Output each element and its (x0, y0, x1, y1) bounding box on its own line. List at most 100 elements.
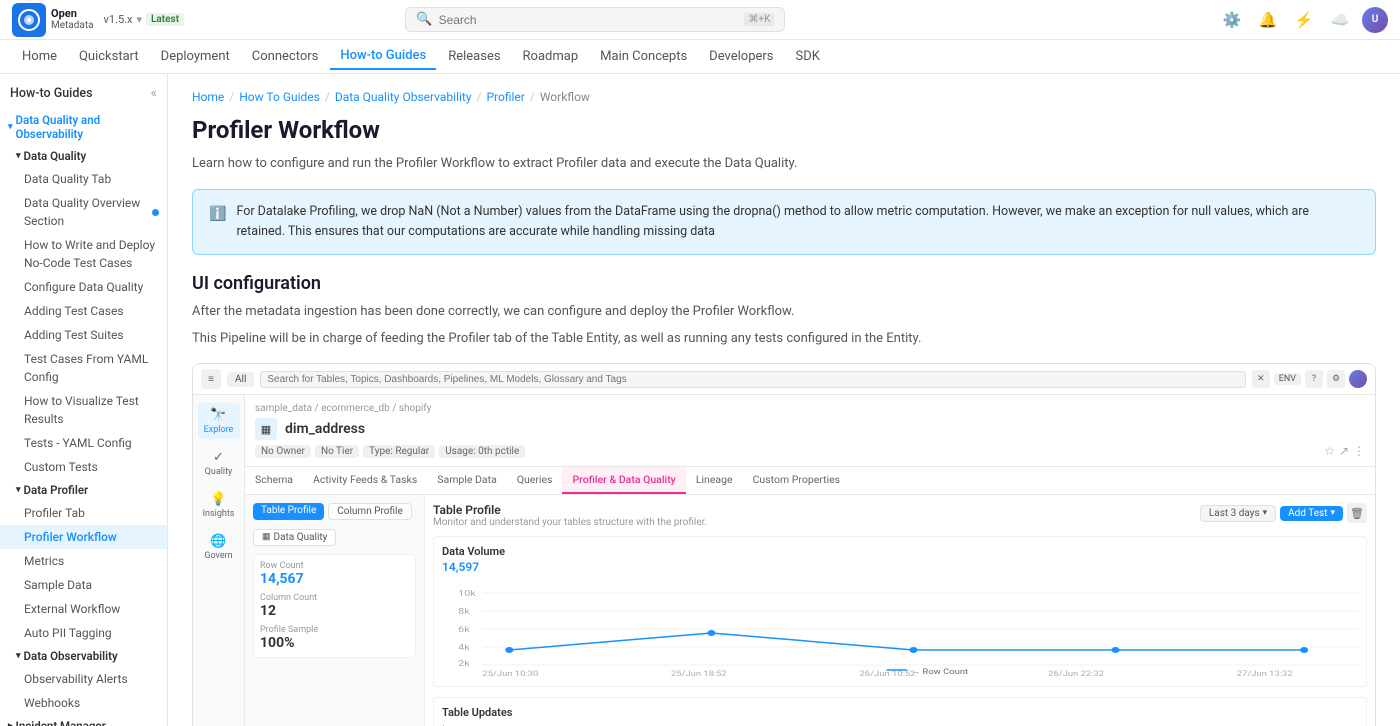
mock-tag-tier[interactable]: No Tier (315, 445, 359, 458)
svg-text:25/Jun 10:30: 25/Jun 10:30 (482, 670, 538, 678)
sidebar-header[interactable]: How-to Guides « (0, 78, 167, 109)
logo-area[interactable]: Open Metadata (12, 3, 94, 37)
mock-icon1[interactable]: ✕ (1252, 370, 1270, 388)
subsection-do-header[interactable]: ▾ Data Observability (0, 645, 167, 667)
sidebar-item-dq-tab[interactable]: Data Quality Tab (0, 167, 167, 191)
version-caret[interactable]: ▾ (137, 13, 143, 26)
sidebar-item-webhooks[interactable]: Webhooks (0, 691, 167, 715)
mock-profile-actions: Last 3 days ▾ Add Test ▾ 🗑 (1200, 503, 1367, 523)
govern-label: Govern (204, 551, 232, 561)
subsection-dq-caret: ▾ (16, 151, 21, 161)
section-dqo-caret: ▾ (8, 122, 13, 132)
mock-stat-col-count: Column Count 12 (260, 593, 409, 619)
sidebar-item-adding-test-cases[interactable]: Adding Test Cases (0, 299, 167, 323)
mock-delete-btn[interactable]: 🗑 (1347, 503, 1367, 523)
bolt-btn[interactable]: ⚡ (1290, 6, 1318, 34)
breadcrumb: Home / How To Guides / Data Quality Obse… (192, 90, 1376, 104)
breadcrumb-profiler[interactable]: Profiler (486, 90, 524, 104)
settings-btn[interactable]: ⚙️ (1218, 6, 1246, 34)
subsection-do-label: Data Observability (24, 649, 118, 663)
mock-rail-insights[interactable]: 💡 Insights (198, 487, 240, 523)
insights-icon: 💡 (210, 492, 226, 507)
breadcrumb-dqo[interactable]: Data Quality Observability (335, 90, 472, 104)
sidebar-item-nocode-test[interactable]: How to Write and Deploy No-Code Test Cas… (0, 233, 167, 275)
notifications-btn[interactable]: 🔔 (1254, 6, 1282, 34)
mock-entity-icon: ▦ (255, 418, 277, 440)
mock-entity-main: sample_data / ecommerce_db / shopify ▦ d… (245, 395, 1375, 726)
sidebar-item-profiler-workflow[interactable]: Profiler Workflow (0, 525, 167, 549)
mock-tab-all[interactable]: All (227, 372, 254, 387)
sidebar-item-sample-data[interactable]: Sample Data (0, 573, 167, 597)
tab-home[interactable]: Home (12, 44, 67, 69)
mock-btn-table-profile[interactable]: Table Profile (253, 503, 324, 520)
mock-add-test-btn[interactable]: Add Test ▾ (1280, 506, 1343, 521)
section-dqo-header[interactable]: ▾ Data Quality and Observability (0, 109, 167, 145)
mock-top-bar: ≡ All ✕ ENV ? ⚙ (193, 364, 1375, 395)
mock-btn-column-profile[interactable]: Column Profile (328, 503, 412, 520)
tab-connectors[interactable]: Connectors (242, 44, 329, 69)
tab-quickstart[interactable]: Quickstart (69, 44, 149, 69)
mock-table-profile-desc: Monitor and understand your tables struc… (433, 517, 707, 528)
mock-tab-lineage[interactable]: Lineage (686, 467, 743, 494)
mock-rail-explore[interactable]: 🔭 Explore (198, 403, 240, 439)
sidebar-item-visualize-test[interactable]: How to Visualize Test Results (0, 389, 167, 431)
mock-tab-schema[interactable]: Schema (245, 467, 303, 494)
mock-stat-col-count-value: 12 (260, 603, 409, 619)
sidebar-item-obs-alerts[interactable]: Observability Alerts (0, 667, 167, 691)
mock-tag-owner[interactable]: No Owner (255, 445, 311, 458)
mock-rail-quality[interactable]: ✓ Quality (198, 445, 240, 481)
mock-nav-expand[interactable]: ≡ (201, 369, 221, 389)
subsection-dp-header[interactable]: ▾ Data Profiler (0, 479, 167, 501)
tab-sdk[interactable]: SDK (786, 44, 830, 69)
sidebar-item-metrics[interactable]: Metrics (0, 549, 167, 573)
sidebar-item-configure-dq[interactable]: Configure Data Quality (0, 275, 167, 299)
tab-releases[interactable]: Releases (438, 44, 510, 69)
mock-icon3[interactable]: ⚙ (1327, 370, 1345, 388)
tab-main-concepts[interactable]: Main Concepts (590, 44, 697, 69)
mock-action-star[interactable]: ☆ (1324, 444, 1335, 458)
sidebar-item-auto-pii[interactable]: Auto PII Tagging (0, 621, 167, 645)
mock-icon2[interactable]: ? (1305, 370, 1323, 388)
mock-rail-govern[interactable]: 🌐 Govern (198, 529, 240, 565)
sidebar-title: How-to Guides (10, 86, 93, 101)
mock-user-avatar[interactable] (1349, 370, 1367, 388)
sidebar-item-custom-tests[interactable]: Custom Tests (0, 455, 167, 479)
cloud-btn[interactable]: ☁️ (1326, 6, 1354, 34)
subsection-dq-header[interactable]: ▾ Data Quality (0, 145, 167, 167)
mock-action-more[interactable]: ⋮ (1353, 444, 1365, 458)
mock-profile-tabs: Table Profile Column Profile (253, 503, 416, 520)
mock-stat-row-count-value: 14,567 (260, 571, 409, 587)
sidebar-item-tests-yaml[interactable]: Tests - YAML Config (0, 431, 167, 455)
mock-dq-label[interactable]: ▦ Data Quality (253, 529, 336, 546)
mock-tab-activity[interactable]: Activity Feeds & Tasks (303, 467, 427, 494)
tab-how-to-guides[interactable]: How-to Guides (330, 43, 436, 70)
mock-tag-usage: Usage: 0th pctile (439, 445, 525, 458)
main-layout: How-to Guides « ▾ Data Quality and Obser… (0, 74, 1400, 726)
sidebar-collapse-icon[interactable]: « (151, 86, 157, 101)
mock-tab-custom-props[interactable]: Custom Properties (743, 467, 851, 494)
sidebar-item-yaml-config[interactable]: Test Cases From YAML Config (0, 347, 167, 389)
sidebar-item-adding-test-suites[interactable]: Adding Test Suites (0, 323, 167, 347)
sidebar-item-dq-overview[interactable]: Data Quality Overview Section (0, 191, 167, 233)
sidebar-item-profiler-tab[interactable]: Profiler Tab (0, 501, 167, 525)
svg-text:→ Row Count: → Row Count (911, 668, 969, 676)
mock-entity-actions: ☆ ↗ ⋮ (1324, 444, 1365, 458)
govern-icon: 🌐 (210, 534, 226, 549)
mock-action-share[interactable]: ↗ (1339, 444, 1349, 458)
user-avatar[interactable]: U (1362, 7, 1388, 33)
mock-tab-profiler-dq[interactable]: Profiler & Data Quality (562, 467, 685, 494)
mock-tab-queries[interactable]: Queries (507, 467, 563, 494)
tab-roadmap[interactable]: Roadmap (513, 44, 589, 69)
breadcrumb-how-to[interactable]: How To Guides (239, 90, 320, 104)
mock-date-picker[interactable]: Last 3 days ▾ (1200, 505, 1276, 522)
mock-tab-sample-data[interactable]: Sample Data (427, 467, 507, 494)
mock-stat-row-count: Row Count 14,567 (260, 561, 409, 587)
breadcrumb-home[interactable]: Home (192, 90, 224, 104)
search-input[interactable] (439, 13, 739, 27)
version-area: v1.5.x ▾ Latest (104, 13, 185, 26)
mock-search-input[interactable] (260, 371, 1245, 388)
section-im-header[interactable]: ▸ Incident Manager (0, 715, 167, 726)
tab-deployment[interactable]: Deployment (151, 44, 240, 69)
tab-developers[interactable]: Developers (699, 44, 783, 69)
sidebar-item-external-workflow[interactable]: External Workflow (0, 597, 167, 621)
